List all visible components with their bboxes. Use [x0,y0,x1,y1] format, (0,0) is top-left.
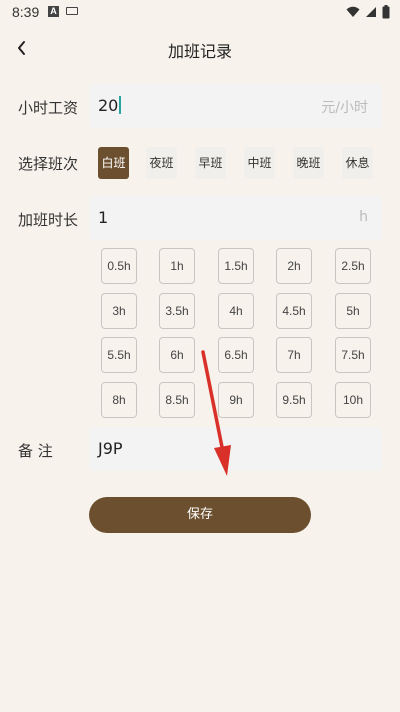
wage-unit: 元/小时 [321,100,368,116]
shift-option-night[interactable]: 夜班 [146,147,177,179]
shift-label: 选择班次 [18,155,79,173]
hour-option[interactable]: 10h [335,382,371,418]
hour-option[interactable]: 1h [159,248,195,284]
battery-icon [382,5,390,19]
overtime-value: 1 [98,208,109,227]
shift-option-evening[interactable]: 晚班 [293,147,324,179]
hour-option[interactable]: 3h [101,293,137,329]
hour-option[interactable]: 3.5h [159,293,195,329]
hour-option[interactable]: 9.5h [276,382,312,418]
status-icons [346,4,390,20]
keyboard-icon [66,7,78,15]
signal-icon [366,7,376,17]
hour-option[interactable]: 7.5h [335,337,371,373]
hour-option[interactable]: 5h [335,293,371,329]
shift-option-middle[interactable]: 中班 [244,147,275,179]
hour-option[interactable]: 9h [218,382,254,418]
hour-option[interactable]: 2.5h [335,248,371,284]
wage-input[interactable]: 20 元/小时 [89,84,382,128]
overtime-label: 加班时长 [18,211,79,229]
hour-option[interactable]: 8h [101,382,137,418]
hour-option[interactable]: 0.5h [101,248,137,284]
hour-option[interactable]: 4.5h [276,293,312,329]
shift-option-rest[interactable]: 休息 [342,147,373,179]
overtime-input[interactable]: 1 h [89,196,382,240]
hour-option[interactable]: 5.5h [101,337,137,373]
hour-option[interactable]: 6h [159,337,195,373]
hour-option[interactable]: 1.5h [218,248,254,284]
note-input[interactable]: J9P [89,427,382,471]
hour-option[interactable]: 7h [276,337,312,373]
hour-option[interactable]: 4h [218,293,254,329]
page-title: 加班记录 [167,42,232,61]
wifi-icon [346,6,360,17]
text-cursor [119,96,122,114]
shift-option-day[interactable]: 白班 [98,147,129,179]
header: 加班记录 [0,30,400,68]
hour-option[interactable]: 8.5h [159,382,195,418]
shift-option-morning[interactable]: 早班 [195,147,226,179]
overtime-unit: h [359,209,368,225]
wage-value: 20 [98,96,119,115]
a-notification-icon: A [48,6,59,17]
hour-option[interactable]: 2h [276,248,312,284]
save-button[interactable]: 保存 [89,497,311,533]
note-value: J9P [98,439,123,458]
status-time: 8:39 [12,4,40,20]
wage-label: 小时工资 [18,99,79,117]
hour-option[interactable]: 6.5h [218,337,254,373]
note-label: 备 注 [18,442,53,460]
status-bar: 8:39 A [0,0,400,24]
